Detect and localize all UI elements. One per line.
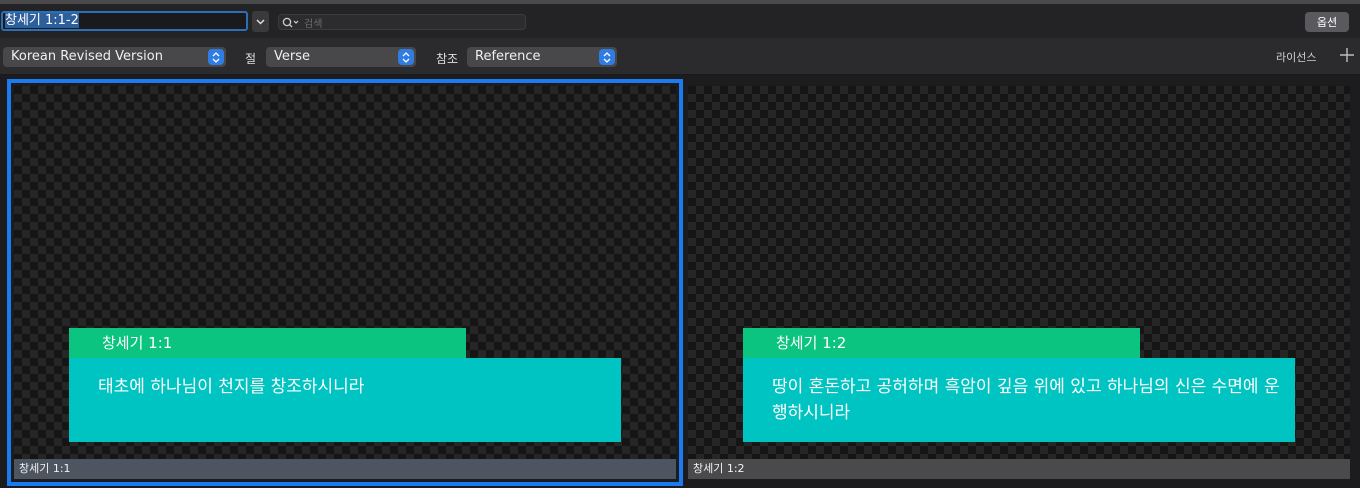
translation-select[interactable]: Korean Revised Version xyxy=(3,47,226,67)
reference-label: 참조 xyxy=(436,52,459,66)
plus-icon[interactable] xyxy=(1338,46,1356,64)
slide-thumbnail[interactable]: 창세기 1:2 땅이 혼돈하고 공허하며 흑암이 깊음 위에 있고 하나님의 신… xyxy=(688,86,1350,479)
chevron-down-icon xyxy=(256,18,265,25)
up-down-chevron-icon xyxy=(208,49,224,65)
slide-reference-bar: 창세기 1:1 xyxy=(69,328,466,358)
verse-label: 절 xyxy=(245,52,257,66)
up-down-chevron-icon xyxy=(599,49,615,65)
slide-text: 태초에 하나님이 천지를 창조하시니라 xyxy=(69,358,621,442)
slide-caption: 창세기 1:2 xyxy=(688,459,1350,479)
slide-text: 땅이 혼돈하고 공허하며 흑암이 깊음 위에 있고 하나님의 신은 수면에 운행… xyxy=(743,358,1295,442)
passage-input-value: 창세기 1:1-2 xyxy=(5,13,79,28)
reference-select-value: Reference xyxy=(475,49,541,64)
search-input[interactable]: 검색 xyxy=(278,14,526,30)
license-link[interactable]: 라이선스 xyxy=(1276,49,1316,65)
magnifier-icon xyxy=(282,17,299,27)
search-placeholder: 검색 xyxy=(304,18,323,30)
slide-reference-bar: 창세기 1:2 xyxy=(743,328,1140,358)
up-down-chevron-icon xyxy=(398,49,414,65)
top-toolbar: 창세기 1:1-2 검색 옵션 xyxy=(0,4,1360,38)
reference-select[interactable]: Reference xyxy=(467,47,617,67)
passage-dropdown-button[interactable] xyxy=(252,11,269,32)
slide-thumbnail[interactable]: 창세기 1:1 태초에 하나님이 천지를 창조하시니라 창세기 1:1 xyxy=(7,79,683,486)
settings-bar: Korean Revised Version 절 Verse 참조 Refere… xyxy=(0,38,1360,75)
options-button[interactable]: 옵션 xyxy=(1305,12,1349,32)
slide-caption: 창세기 1:1 xyxy=(14,459,676,479)
verse-select[interactable]: Verse xyxy=(266,47,416,67)
verse-select-value: Verse xyxy=(274,49,310,64)
passage-input[interactable]: 창세기 1:1-2 xyxy=(1,11,248,31)
translation-select-value: Korean Revised Version xyxy=(11,49,163,64)
